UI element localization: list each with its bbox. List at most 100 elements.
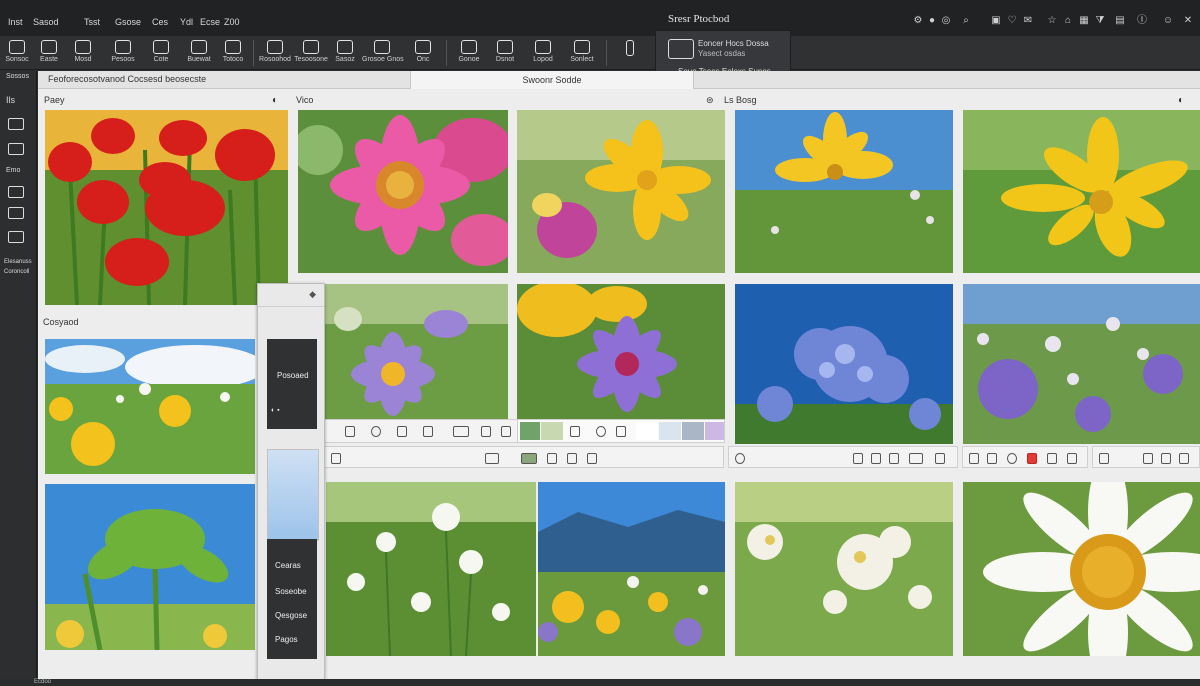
circle-icon[interactable] bbox=[1007, 453, 1017, 464]
grid-icon[interactable]: ▦ bbox=[1078, 15, 1090, 27]
print-icon[interactable] bbox=[616, 426, 626, 437]
dropper-icon[interactable] bbox=[1161, 453, 1171, 464]
tool-extra-button[interactable] bbox=[620, 36, 640, 70]
pen-icon[interactable] bbox=[853, 453, 863, 464]
menu-item[interactable]: Qesgose bbox=[275, 611, 307, 620]
dropper-icon[interactable] bbox=[871, 453, 881, 464]
menu-item[interactable]: Sasod bbox=[33, 17, 59, 27]
tool-bottle-button[interactable]: Grosoe Gnos bbox=[362, 36, 404, 70]
photo-purple-aster[interactable] bbox=[298, 284, 508, 424]
pen-icon[interactable] bbox=[567, 453, 577, 464]
brush-icon[interactable] bbox=[1047, 453, 1057, 464]
mail-icon[interactable]: ✉ bbox=[1022, 15, 1034, 27]
tool-frame-button[interactable]: Gonoe bbox=[452, 36, 486, 70]
dropdown-line[interactable]: Yasect osdas bbox=[698, 49, 745, 58]
tab-active[interactable]: Swoonr Sodde bbox=[410, 71, 694, 89]
stamp-icon[interactable] bbox=[397, 426, 407, 437]
tool-pen-button[interactable]: Cote bbox=[146, 36, 176, 70]
menu-item[interactable]: Gsose bbox=[115, 17, 141, 27]
bookmark-icon[interactable]: ▣ bbox=[990, 15, 1002, 27]
box-icon[interactable] bbox=[8, 231, 24, 243]
user-icon[interactable]: ● bbox=[926, 15, 938, 27]
heart-icon[interactable]: ♡ bbox=[1006, 15, 1018, 27]
search-icon[interactable]: ⌕ bbox=[960, 15, 972, 27]
menu-item[interactable]: Ecse bbox=[200, 17, 220, 27]
tool-crop-button[interactable]: Buewat bbox=[184, 36, 214, 70]
close-icon[interactable]: ✕ bbox=[1182, 15, 1194, 27]
home-icon[interactable]: ⌂ bbox=[1062, 15, 1074, 27]
menu-item[interactable]: Tsst bbox=[84, 17, 100, 27]
ruler-icon[interactable] bbox=[969, 453, 979, 464]
tool-stamp-button[interactable]: Dsnot bbox=[488, 36, 522, 70]
color-swatch[interactable] bbox=[541, 422, 563, 440]
menu-item[interactable]: Inst bbox=[8, 17, 23, 27]
crop-icon[interactable] bbox=[345, 426, 355, 437]
list-icon[interactable] bbox=[8, 207, 24, 219]
tab-document[interactable]: Feoforecosotvanod Cocsesd beosecste bbox=[48, 74, 206, 84]
panel-collapse-icon[interactable]: ◆ bbox=[309, 289, 316, 300]
photo-yellow-flower[interactable] bbox=[517, 110, 725, 273]
flag-icon[interactable] bbox=[935, 453, 945, 464]
flag-icon[interactable] bbox=[1027, 453, 1037, 464]
menu-item[interactable]: Pagos bbox=[275, 635, 298, 644]
photo-yellow-lily[interactable] bbox=[735, 110, 953, 273]
photo-yellow-star-flower[interactable] bbox=[963, 110, 1200, 273]
photo-white-umbels[interactable] bbox=[735, 482, 953, 656]
photo-yellow-meadow[interactable] bbox=[45, 339, 255, 474]
link-icon[interactable] bbox=[8, 186, 24, 198]
color-preview[interactable] bbox=[267, 449, 319, 541]
photo-pink-gerbera[interactable] bbox=[298, 110, 508, 273]
tool-hand-button[interactable]: Mosd bbox=[68, 36, 98, 70]
dropdown-line[interactable]: Eoncer Hocs Dossa bbox=[698, 39, 769, 48]
print-icon[interactable] bbox=[453, 426, 469, 437]
brush-icon[interactable] bbox=[423, 426, 433, 437]
tool-export-button[interactable]: Sonlect bbox=[564, 36, 600, 70]
photo-red-tulips[interactable] bbox=[45, 110, 288, 305]
zoom-icon[interactable] bbox=[735, 453, 745, 464]
tool-image-button[interactable]: Rosoohod bbox=[258, 36, 292, 70]
color-swatch[interactable] bbox=[520, 422, 540, 440]
photo-green-sprout[interactable] bbox=[45, 484, 255, 650]
cursor-icon[interactable] bbox=[8, 143, 24, 155]
panel-collapse-icon[interactable]: ◐ bbox=[272, 95, 278, 106]
tool-layers-button[interactable]: Sasoz bbox=[330, 36, 360, 70]
menu-item[interactable]: Z00 bbox=[224, 17, 240, 27]
settings-icon[interactable]: ◎ bbox=[940, 15, 952, 27]
color-swatch[interactable] bbox=[659, 422, 681, 440]
text-icon[interactable] bbox=[1099, 453, 1109, 464]
color-swatch[interactable] bbox=[682, 422, 704, 440]
color-swatch[interactable] bbox=[636, 422, 658, 440]
menu-item[interactable]: Ces bbox=[152, 17, 168, 27]
tool-select-button[interactable]: Sonsoc bbox=[4, 36, 30, 70]
pen-icon[interactable] bbox=[481, 426, 491, 437]
panel-menu-icon[interactable]: ◐ bbox=[1178, 95, 1184, 106]
flag-icon[interactable] bbox=[587, 453, 597, 464]
brush-icon[interactable] bbox=[1179, 453, 1189, 464]
text-icon[interactable] bbox=[8, 118, 24, 130]
photo-wildflowers[interactable] bbox=[963, 284, 1200, 444]
tool-gear-button[interactable]: Totoco bbox=[218, 36, 248, 70]
brush-icon[interactable] bbox=[570, 426, 580, 437]
photo-white-wildflowers[interactable] bbox=[326, 482, 536, 656]
lock-icon[interactable]: ▤ bbox=[1114, 15, 1126, 27]
circle-icon[interactable] bbox=[596, 426, 606, 437]
dropper-icon[interactable] bbox=[501, 426, 511, 437]
photo-blue-hydrangea[interactable] bbox=[735, 284, 953, 444]
pen-icon[interactable] bbox=[987, 453, 997, 464]
menu-item[interactable]: Ydl bbox=[180, 17, 193, 27]
grid-icon[interactable] bbox=[1067, 453, 1077, 464]
menu-item[interactable]: Cearas bbox=[275, 561, 301, 570]
circle-icon[interactable] bbox=[371, 426, 381, 437]
star-icon[interactable]: ☆ bbox=[1046, 15, 1058, 27]
tool-triangle-button[interactable]: Tesoosone bbox=[294, 36, 328, 70]
user-icon[interactable]: ☺ bbox=[1162, 15, 1174, 27]
photo-white-daisy[interactable] bbox=[963, 482, 1200, 656]
toggle-icon[interactable]: ◐ ▪ bbox=[271, 407, 280, 414]
tag-icon[interactable] bbox=[547, 453, 557, 464]
menu-item[interactable]: Soseobe bbox=[275, 587, 307, 596]
pen-icon[interactable] bbox=[1143, 453, 1153, 464]
photo-mountain-meadow[interactable] bbox=[538, 482, 725, 656]
filter-icon[interactable]: ⧩ bbox=[1094, 15, 1106, 27]
brush-icon[interactable] bbox=[889, 453, 899, 464]
tool-brush-button[interactable]: Pesoos bbox=[108, 36, 138, 70]
